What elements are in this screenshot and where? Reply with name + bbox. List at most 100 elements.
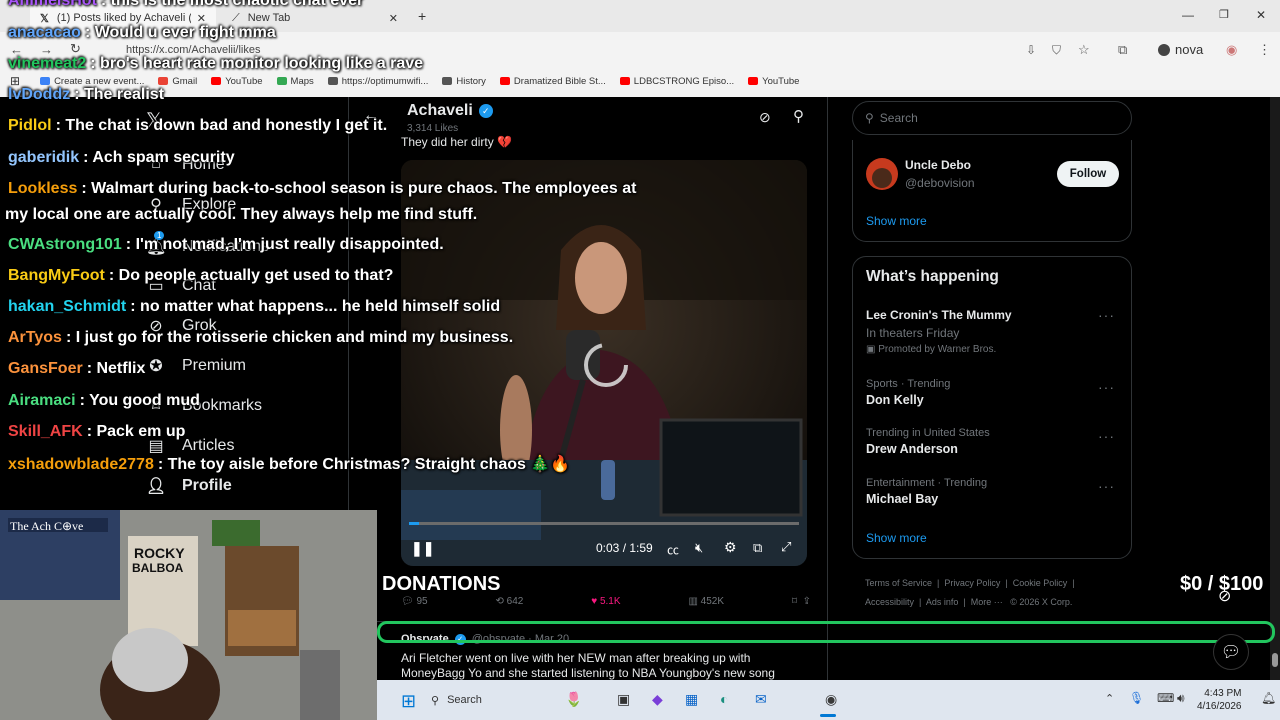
maximize-icon[interactable]: ❐ xyxy=(1219,8,1229,21)
nav-chat[interactable]: ▭ Chat xyxy=(146,276,215,296)
video-player[interactable]: ❚❚ 0:03 / 1:59 ㏄ 🔇︎ ⚙ ⧉ ⤢ xyxy=(401,160,807,566)
fullscreen-icon[interactable]: ⤢ xyxy=(781,539,791,555)
chat-bubble-button[interactable]: 💬︎ xyxy=(1213,634,1249,670)
bookmark-item[interactable]: Dramatized Bible St... xyxy=(499,76,606,87)
bookmark-item[interactable]: LDBCSTRONG Episo... xyxy=(619,76,734,87)
windows-start-icon[interactable]: ⊞ xyxy=(401,691,416,712)
url-field[interactable]: https://x.com/Achavelii/likes xyxy=(100,38,1000,62)
apps-grid-icon[interactable]: ⊞ xyxy=(10,74,20,88)
nav-notifications[interactable]: 🔔︎ 1 Notifications xyxy=(146,231,269,257)
copilot-icon[interactable]: ◆ xyxy=(652,691,663,708)
tab-new-tab[interactable]: ⟋ New Tab ✕ xyxy=(222,4,408,32)
x-logo-icon[interactable]: 𝕏 xyxy=(146,108,162,133)
back-icon[interactable]: ← xyxy=(10,42,23,57)
add-tab-icon[interactable]: + xyxy=(418,8,426,24)
footer-link[interactable]: Cookie Policy xyxy=(1013,578,1068,588)
footer-link[interactable]: Accessibility xyxy=(865,597,914,607)
tab-x-likes[interactable]: 𝕏 (1) Posts liked by Achaveli (@A ✕ xyxy=(30,4,216,32)
follow-button[interactable]: Follow xyxy=(1057,161,1119,187)
mute-icon[interactable]: 🔇︎ xyxy=(695,540,703,556)
pause-icon[interactable]: ❚❚ xyxy=(411,540,434,557)
more-icon[interactable]: ··· xyxy=(1098,478,1115,494)
more-icon[interactable]: ··· xyxy=(1098,379,1115,395)
grok-float-icon[interactable]: ⊘ xyxy=(1218,586,1231,606)
nav-grok[interactable]: ⊘ Grok xyxy=(146,316,216,336)
trend-meta: Trending in United States xyxy=(866,427,990,439)
bookmark-item[interactable]: YouTube xyxy=(748,76,799,87)
views-button[interactable]: ▥ 452K xyxy=(688,596,724,607)
follow-name[interactable]: Uncle Debo xyxy=(905,158,971,172)
footer-link[interactable]: Privacy Policy xyxy=(944,578,1000,588)
settings-gear-icon[interactable]: ⚙ xyxy=(724,539,737,556)
scrollbar-thumb[interactable] xyxy=(1272,653,1278,667)
mic-icon[interactable]: 🎙︎ xyxy=(1129,691,1144,705)
bookmark-item[interactable]: History xyxy=(442,76,486,87)
bookmark-item[interactable]: Maps xyxy=(276,76,314,87)
captions-icon[interactable]: ㏄ xyxy=(667,541,679,558)
trend-item[interactable]: Entertainment · Trending Michael Bay xyxy=(866,477,987,506)
notifications-icon[interactable]: 🔔︎ xyxy=(1261,691,1276,705)
nav-home[interactable]: ⌂ Home xyxy=(146,155,225,175)
clock[interactable]: 4:43 PM 4/16/2026 xyxy=(1197,687,1242,713)
article-icon: ▤ xyxy=(148,438,164,455)
scrollbar[interactable] xyxy=(1270,97,1280,680)
pip-icon[interactable]: ⧉ xyxy=(753,540,762,556)
nav-explore[interactable]: ⚲ Explore xyxy=(146,195,236,215)
forward-icon[interactable]: → xyxy=(40,42,53,57)
star-icon[interactable]: ☆ xyxy=(1078,42,1090,58)
network-icon[interactable]: ⌨ xyxy=(1157,691,1174,705)
close-icon[interactable]: ✕ xyxy=(389,12,398,25)
more-icon[interactable]: ··· xyxy=(1098,307,1115,323)
bookmark-button[interactable]: ⌑ ⇪ xyxy=(792,596,811,607)
trend-item[interactable]: Lee Cronin's The Mummy In theaters Frida… xyxy=(866,308,1126,355)
bookmark-item[interactable]: Create a new event... xyxy=(40,76,144,87)
repost-button[interactable]: ⟲ 642 xyxy=(496,596,524,607)
extensions-icon[interactable]: ⧉ xyxy=(1118,42,1127,58)
more-icon[interactable]: ··· xyxy=(1098,428,1115,444)
show-more-link[interactable]: Show more xyxy=(866,214,927,228)
menu-icon[interactable]: ⋮ xyxy=(1258,42,1271,58)
trend-item[interactable]: Sports · Trending Don Kelly xyxy=(866,378,950,407)
volume-icon[interactable]: 🔊︎ xyxy=(1177,691,1185,706)
nav-bookmarks[interactable]: ⌑ Bookmarks xyxy=(146,396,262,416)
search-icon[interactable]: ⚲ xyxy=(793,107,804,125)
footer-link[interactable]: Ads info xyxy=(926,597,959,607)
nav-profile[interactable]: 👤︎ Profile xyxy=(146,476,232,496)
profile-button[interactable]: nova xyxy=(1158,42,1203,57)
app-icon[interactable]: ◉ xyxy=(825,691,837,708)
footer-link[interactable]: More ··· xyxy=(971,597,1003,607)
reply-button[interactable]: 💬︎ 95 xyxy=(401,596,428,607)
trend-item[interactable]: Trending in United States Drew Anderson xyxy=(866,427,990,456)
tray-chevron-icon[interactable]: ⌃ xyxy=(1105,692,1114,705)
install-icon[interactable]: ⇩ xyxy=(1026,43,1036,57)
nav-premium[interactable]: ✪ Premium xyxy=(146,356,246,376)
account-icon[interactable]: ◉ xyxy=(1226,42,1237,58)
like-button[interactable]: ♥ 5.1K xyxy=(591,596,620,607)
taskbar-search[interactable]: ⚲ Search xyxy=(431,687,561,713)
grok-action-icon[interactable]: ⊘ xyxy=(759,109,771,126)
footer-link[interactable]: Terms of Service xyxy=(865,578,932,588)
bookmarks-bar: ⊞ Create a new event... Gmail YouTube Ma… xyxy=(0,70,1280,92)
show-more-link[interactable]: Show more xyxy=(866,531,927,545)
reload-icon[interactable]: ↻ xyxy=(70,41,81,57)
search-box[interactable]: ⚲ Search xyxy=(852,101,1132,135)
store-icon[interactable]: ▦ xyxy=(685,691,698,708)
nav-articles[interactable]: ▤ Articles xyxy=(146,436,234,456)
avatar[interactable] xyxy=(866,158,898,190)
globe-icon xyxy=(327,77,338,85)
window-close-icon[interactable]: ✕ xyxy=(1256,8,1266,22)
bookmark-item[interactable]: YouTube xyxy=(211,76,263,87)
bookmark-item[interactable]: Gmail xyxy=(158,76,197,87)
close-icon[interactable]: ✕ xyxy=(197,12,206,25)
bell-icon: 🔔︎ 1 xyxy=(146,231,167,256)
donations-label: DONATIONS xyxy=(382,573,501,595)
edge-icon[interactable]: ◐ xyxy=(720,691,728,707)
minimize-icon[interactable]: — xyxy=(1182,8,1194,22)
back-arrow-icon[interactable]: ← xyxy=(363,107,379,125)
task-view-icon[interactable]: ▣ xyxy=(617,691,630,708)
widgets-icon[interactable]: 🌷 xyxy=(565,691,582,708)
bookmark-item[interactable]: https://optimumwifi... xyxy=(327,76,428,87)
outlook-icon[interactable]: ✉ xyxy=(755,691,767,708)
bookmark-label: History xyxy=(456,75,486,87)
shield-icon[interactable]: ⛉ xyxy=(1052,43,1061,58)
